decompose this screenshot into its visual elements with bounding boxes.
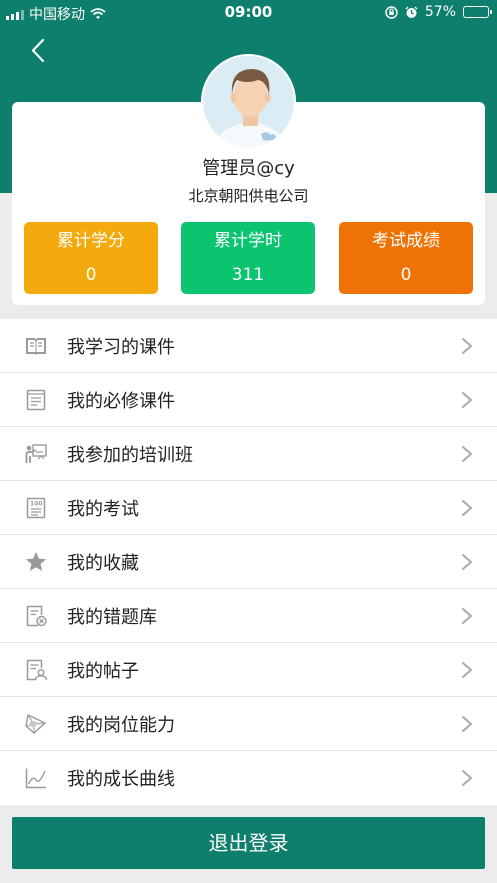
- user-avatar-icon: [203, 56, 294, 147]
- status-bar: 中国移动 09:00 57%: [0, 0, 497, 26]
- line-chart-icon: [25, 768, 46, 789]
- stat-hours-value: 311: [231, 265, 265, 285]
- stat-exam-score-label: 考试成绩: [372, 231, 440, 251]
- battery-percent: 57%: [424, 4, 456, 20]
- user-name: 管理员@cy: [202, 158, 295, 179]
- stat-credits-value: 0: [85, 265, 97, 285]
- radar-chart-icon: [25, 713, 47, 734]
- post-icon: [26, 659, 48, 680]
- stat-exam-score[interactable]: 考试成绩 0: [339, 222, 473, 294]
- menu-item-label: 我参加的培训班: [67, 444, 193, 466]
- menu-item-my-posts[interactable]: 我的帖子: [0, 643, 497, 697]
- company-name: 北京朝阳供电公司: [188, 187, 309, 205]
- rotation-lock-icon: [385, 5, 398, 19]
- avatar[interactable]: [201, 54, 296, 149]
- stat-exam-score-value: 0: [400, 265, 412, 285]
- stat-credits[interactable]: 累计学分 0: [24, 222, 158, 294]
- menu-item-label: 我的收藏: [67, 552, 139, 574]
- wrong-question-icon: [26, 605, 47, 626]
- menu-item-label: 我的成长曲线: [67, 769, 175, 790]
- battery-icon: [463, 6, 492, 18]
- chevron-left-icon: [31, 38, 45, 63]
- menu-item-my-courseware[interactable]: 我学习的课件: [0, 319, 497, 373]
- menu-item-required-courseware[interactable]: 我的必修课件: [0, 373, 497, 427]
- menu-list: 我学习的课件 我的必修课件 我参加的培训班 100 我的考试 我的收藏 我的错题…: [0, 319, 497, 805]
- menu-item-my-exams[interactable]: 100 我的考试: [0, 481, 497, 535]
- logout-button[interactable]: 退出登录: [12, 817, 485, 869]
- open-book-icon: [26, 337, 46, 355]
- menu-item-label: 我的考试: [67, 498, 139, 520]
- chevron-right-icon: [462, 715, 472, 732]
- chevron-right-icon: [462, 391, 472, 408]
- exam-paper-icon: 100: [26, 497, 46, 518]
- chevron-right-icon: [462, 445, 472, 462]
- alarm-icon: [405, 6, 418, 18]
- chevron-right-icon: [462, 499, 472, 516]
- chevron-right-icon: [462, 337, 472, 354]
- training-class-icon: [25, 443, 47, 463]
- chevron-right-icon: [462, 607, 472, 624]
- back-button[interactable]: [24, 36, 54, 66]
- menu-item-label: 我的错题库: [67, 606, 157, 628]
- menu-item-wrong-questions[interactable]: 我的错题库: [0, 589, 497, 643]
- chevron-right-icon: [462, 553, 472, 570]
- status-right: 57%: [385, 4, 492, 20]
- menu-item-favorites[interactable]: 我的收藏: [0, 535, 497, 589]
- menu-item-label: 我的帖子: [67, 660, 139, 682]
- menu-item-label: 我的必修课件: [67, 390, 175, 412]
- svg-text:100: 100: [30, 500, 43, 507]
- menu-item-growth-curve[interactable]: 我的成长曲线: [0, 751, 497, 805]
- menu-item-training-class[interactable]: 我参加的培训班: [0, 427, 497, 481]
- star-icon: [26, 551, 46, 571]
- menu-item-label: 我学习的课件: [67, 336, 175, 358]
- menu-item-label: 我的岗位能力: [67, 714, 175, 736]
- document-icon: [26, 389, 46, 410]
- chevron-right-icon: [462, 770, 472, 786]
- menu-item-job-competency[interactable]: 我的岗位能力: [0, 697, 497, 751]
- chevron-right-icon: [462, 661, 472, 678]
- stat-hours-label: 累计学时: [214, 231, 282, 251]
- stat-hours[interactable]: 累计学时 311: [181, 222, 315, 294]
- stat-credits-label: 累计学分: [57, 231, 125, 251]
